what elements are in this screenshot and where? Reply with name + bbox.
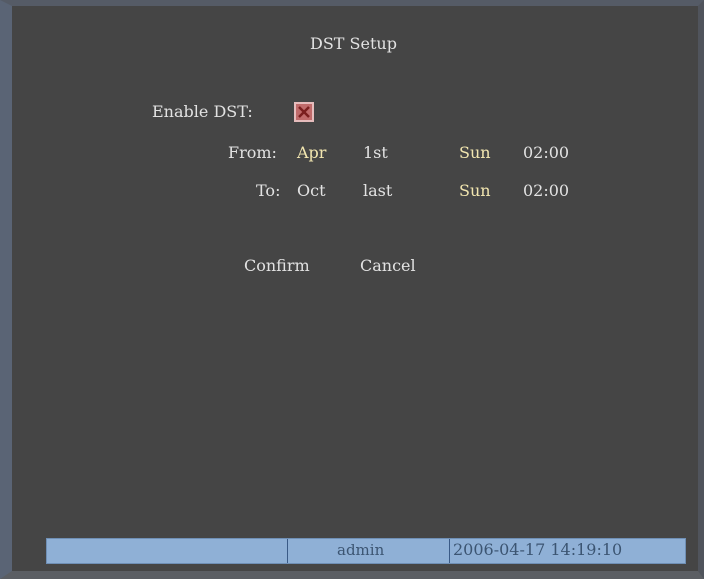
dst-setup-screen: DST Setup Enable DST: From: Apr 1st Sun … [0,0,704,579]
status-bar-segment-empty [47,539,288,563]
confirm-button[interactable]: Confirm [244,256,310,276]
enable-dst-label: Enable DST: [152,102,253,121]
status-datetime: 2006-04-17 14:19:10 [453,540,623,559]
cancel-button[interactable]: Cancel [360,256,416,276]
to-time-field[interactable]: 02:00 [523,181,569,201]
to-day-field[interactable]: Sun [459,181,491,201]
from-week-field[interactable]: 1st [363,143,388,163]
page-title: DST Setup [310,34,397,53]
status-bar: admin 2006-04-17 14:19:10 [46,538,686,564]
from-month-field[interactable]: Apr [297,143,326,163]
from-label: From: [228,143,277,162]
enable-dst-checkbox[interactable] [294,102,314,122]
from-time-field[interactable]: 02:00 [523,143,569,163]
to-month-field[interactable]: Oct [297,181,326,201]
to-week-field[interactable]: last [363,181,392,201]
from-day-field[interactable]: Sun [459,143,491,163]
to-label: To: [256,181,281,200]
status-user: admin [337,541,385,559]
checkbox-checked-icon [298,106,310,118]
